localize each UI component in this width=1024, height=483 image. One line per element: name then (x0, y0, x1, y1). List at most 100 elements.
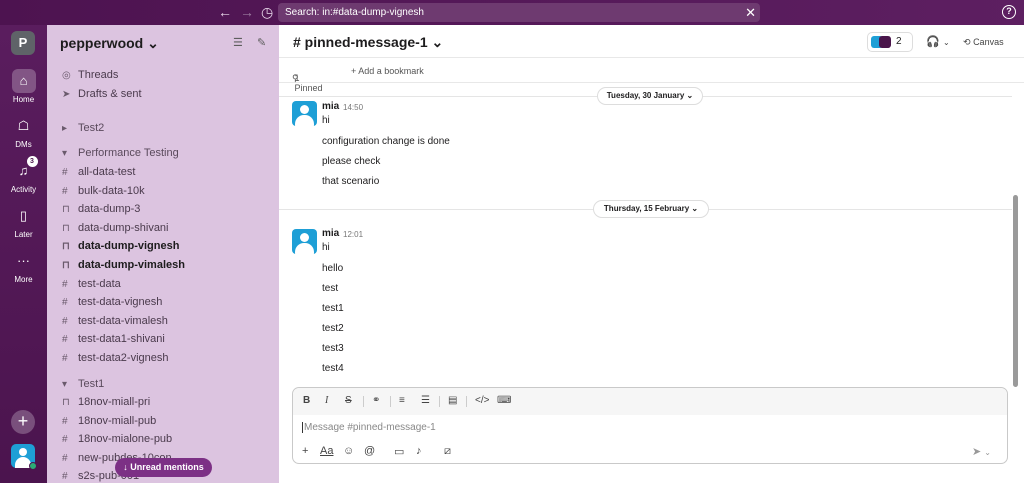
hash-icon: # (62, 297, 68, 309)
hash-icon: # (62, 278, 68, 290)
rail-home-label: Home (12, 95, 35, 104)
workspace-switcher[interactable]: P (11, 31, 35, 55)
plus-icon[interactable]: + (302, 445, 308, 457)
sidebar-drafts[interactable]: ➤ Drafts & sent (62, 85, 142, 103)
caret-down-icon: ▾ (62, 148, 68, 159)
message-avatar[interactable] (292, 101, 317, 126)
section-test2[interactable]: ▸ Test2 (62, 119, 104, 137)
channel-sidebar: pepperwood ⌄ ☰ ✎ ◎ Threads ➤ Drafts & sent… (47, 25, 279, 483)
channel-name: 18nov-mialone-pub (78, 433, 173, 446)
message-text: test (322, 283, 339, 294)
channel-title[interactable]: # pinned-message-1 ⌄ (293, 34, 443, 51)
sidebar-channel-item[interactable]: ⊓ data-dump-shivani (62, 219, 169, 237)
help-icon[interactable]: ? (1002, 5, 1016, 19)
sidebar-channel-item[interactable]: # test-data1-shivani (62, 330, 165, 348)
link-icon[interactable]: ⚭ (372, 395, 380, 406)
slash-command-icon[interactable]: ⧄ (444, 445, 451, 458)
plus-icon[interactable]: + (11, 410, 35, 434)
rail-home[interactable]: ⌂ Home (0, 69, 47, 104)
message-text: hi (322, 242, 330, 253)
sidebar-channel-item[interactable]: # test-data-vignesh (62, 293, 162, 311)
section-performance-testing[interactable]: ▾ Performance Testing (62, 144, 179, 162)
sidebar-channel-item[interactable]: ⊓ data-dump-vignesh (62, 237, 179, 255)
workspace-name[interactable]: pepperwood ⌄ (60, 35, 159, 52)
sidebar-channel-item[interactable]: ⊓ 18nov-miall-pri (62, 393, 150, 411)
text-format-icon[interactable]: Aa (320, 445, 333, 457)
message-text: test1 (322, 303, 344, 314)
rail-later-label: Later (14, 230, 33, 239)
sidebar-channel-item[interactable]: ⊓ data-dump-vimalesh (62, 256, 185, 274)
sidebar-channel-item[interactable]: # test-data-vimalesh (62, 312, 168, 330)
emoji-icon[interactable]: ☺ (343, 445, 354, 457)
sidebar-channel-item[interactable]: # all-data-test (62, 163, 135, 181)
member-avatar (879, 36, 891, 48)
channel-name: bulk-data-10k (78, 184, 145, 197)
message-sender[interactable]: mia (322, 101, 339, 112)
chevron-down-icon: ⌄ (984, 448, 991, 457)
rail-more[interactable]: ··· More (0, 249, 47, 284)
code-icon[interactable]: </> (475, 395, 489, 406)
channel-header: # pinned-message-1 ⌄ 2 🎧 ⌄ ⟲ Canvas (279, 25, 1024, 58)
strikethrough-button[interactable]: S (345, 395, 352, 406)
date-pill[interactable]: Thursday, 15 February ⌄ (593, 200, 709, 218)
bulleted-list-icon[interactable]: ☰ (421, 395, 430, 406)
message-input[interactable]: Message #pinned-message-1 (302, 422, 436, 433)
pinned-button[interactable]: ⚲ 1 Pinned (292, 66, 323, 93)
headphones-icon: 🎧 (926, 36, 940, 48)
hash-icon: # (62, 353, 68, 364)
message-scrollbar[interactable] (1013, 195, 1018, 387)
channel-name: all-data-test (78, 166, 136, 178)
bold-button[interactable]: B (303, 395, 310, 406)
italic-button[interactable]: I (325, 395, 328, 406)
history-clock-icon[interactable]: ◷ (261, 4, 273, 20)
activity-badge: 3 (26, 156, 38, 167)
caret-right-icon: ▸ (62, 123, 68, 134)
hash-icon: # (62, 434, 68, 446)
sidebar-channel-item[interactable]: #18nov-miall-pub (62, 412, 156, 430)
bookmarks-bar: ⚲ 1 Pinned + Add a bookmark (279, 59, 1024, 93)
message-time[interactable]: 14:50 (343, 103, 363, 112)
blockquote-icon[interactable]: ▤ (448, 395, 457, 406)
canvas-button[interactable]: ⟲ Canvas (963, 33, 1004, 51)
threads-icon: ◎ (62, 70, 71, 81)
lock-icon: ⊓ (62, 260, 70, 271)
rail-later[interactable]: ▯ Later (0, 204, 47, 239)
message-avatar[interactable] (292, 229, 317, 254)
ordered-list-icon[interactable]: ≡ (399, 395, 405, 406)
video-icon[interactable]: ▭ (394, 445, 404, 458)
send-icon[interactable]: ➤ ⌄ (972, 445, 991, 458)
microphone-icon[interactable]: ♪ (416, 445, 422, 457)
hash-icon: # (62, 315, 68, 327)
huddle-button[interactable]: 🎧 ⌄ (919, 32, 957, 52)
lock-icon: ⊓ (62, 397, 70, 408)
channel-name: 18nov-miall-pub (78, 414, 157, 427)
mention-icon[interactable]: @ (364, 445, 375, 457)
channel-name: data-dump-shivani (78, 221, 169, 234)
date-pill[interactable]: Tuesday, 30 January ⌄ (597, 87, 703, 105)
sidebar-channel-item[interactable]: # bulk-data-10k (62, 182, 145, 200)
message-text: configuration change is done (322, 136, 450, 147)
code-block-icon[interactable]: ⌨ (497, 395, 511, 406)
sidebar-channel-item[interactable]: # test-data (62, 275, 121, 293)
message-time[interactable]: 12:01 (343, 230, 363, 239)
unread-mentions-button[interactable]: ↓ Unread mentions (115, 458, 212, 477)
sidebar-channel-item[interactable]: #18nov-mialone-pub (62, 430, 172, 448)
sidebar-channel-item[interactable]: # test-data2-vignesh (62, 349, 169, 367)
rail-dms[interactable]: ☖ DMs (0, 114, 47, 149)
channel-name: test-data1-shivani (78, 333, 165, 346)
close-icon[interactable]: ✕ (745, 3, 756, 22)
sidebar-threads[interactable]: ◎ Threads (62, 66, 118, 84)
canvas-icon: ⟲ (963, 37, 971, 47)
message-sender[interactable]: mia (322, 228, 339, 239)
members-button[interactable]: 2 (867, 32, 913, 52)
section-test1[interactable]: ▾ Test1 (62, 375, 104, 393)
rail-activity[interactable]: ♫ 3 Activity (0, 156, 47, 194)
back-arrow-icon[interactable]: ← (218, 4, 232, 20)
search-bar[interactable]: Search: in:#data-dump-vignesh ✕ (278, 3, 760, 22)
filter-icon[interactable]: ☰ (233, 36, 243, 49)
add-bookmark-button[interactable]: + Add a bookmark (351, 66, 424, 76)
top-bar: ← → ◷ Search: in:#data-dump-vignesh ✕ ? (0, 0, 1024, 25)
sidebar-channel-item[interactable]: ⊓ data-dump-3 (62, 200, 140, 218)
compose-icon[interactable]: ✎ (257, 36, 266, 49)
forward-arrow-icon[interactable]: → (240, 4, 254, 20)
